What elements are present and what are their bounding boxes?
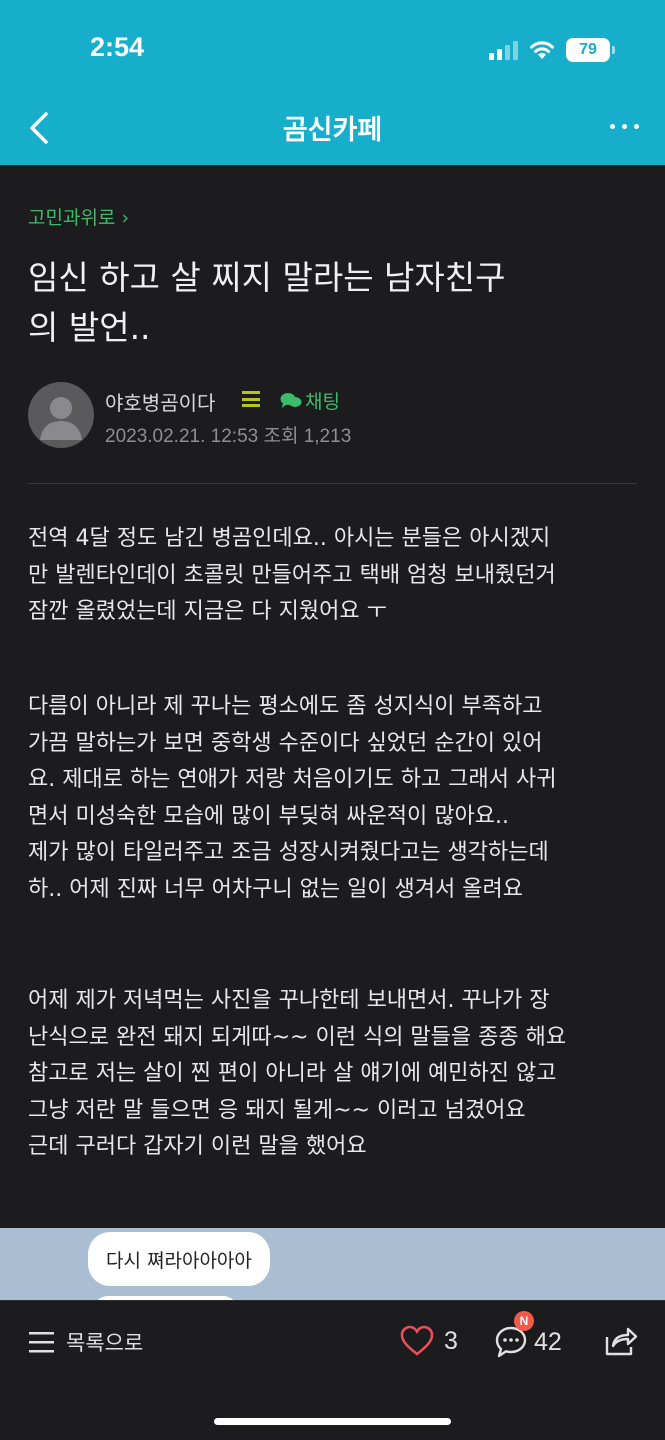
page-title: 곰신카페 xyxy=(282,115,383,146)
post-paragraph: 어제 제가 저녁먹는 사진을 꾸나한테 보내면서. 꾸나가 장 난식으로 완전 … xyxy=(28,983,640,1166)
post-meta: 2023.02.21. 12:53 조회 1,213 xyxy=(105,426,352,447)
text-line: 전역 4달 정도 남긴 병곰인데요.. 아시는 분들은 아시겠지 xyxy=(28,526,551,551)
status-icons: 79 xyxy=(489,36,615,64)
battery-icon: 79 xyxy=(566,38,615,62)
home-indicator[interactable] xyxy=(214,1418,451,1425)
author-name[interactable]: 야호병곰이다 xyxy=(105,387,215,416)
post-paragraph: 다름이 아니라 제 꾸나는 평소에도 좀 성지식이 부족하고 가끔 말하는가 보… xyxy=(28,689,640,908)
text-line: 가끔 말하는가 보면 중학생 수준이다 싶었던 순간이 있어 xyxy=(28,730,543,756)
chat-bubble: 다시 쪄라아아아아 xyxy=(88,1232,270,1286)
post-title-line: 의 발언.. xyxy=(28,308,151,347)
like-button[interactable]: 3 xyxy=(400,1325,458,1357)
chat-label: 채팅 xyxy=(305,391,340,413)
user-icon xyxy=(40,397,82,440)
menu-icon xyxy=(29,1332,54,1353)
dot-icon xyxy=(634,124,639,129)
comment-count: 42 xyxy=(534,1327,562,1356)
top-bar: 2:54 79 곰신카페 xyxy=(0,0,665,165)
post-paragraph: 전역 4달 정도 남긴 병곰인데요.. 아시는 분들은 아시겠지 만 발렌타인데… xyxy=(28,521,640,631)
dot-icon xyxy=(610,124,615,129)
chat-button[interactable]: 채팅 xyxy=(280,387,340,414)
text-line: 요. 제대로 하는 연애가 저랑 처음이기도 하고 그래서 사귀 xyxy=(28,767,557,792)
divider xyxy=(28,483,637,484)
like-count: 3 xyxy=(444,1326,458,1355)
more-options-button[interactable] xyxy=(610,124,639,129)
comment-button[interactable]: N 42 xyxy=(494,1311,562,1359)
list-button[interactable]: 목록으로 xyxy=(28,1327,143,1357)
wifi-icon xyxy=(530,41,554,59)
dot-icon xyxy=(622,124,627,129)
text-line: 참고로 저는 살이 찐 편이 아니라 살 얘기에 예민하진 않고 xyxy=(28,1061,557,1086)
status-time: 2:54 xyxy=(90,32,145,62)
board-link[interactable]: 고민과위로 › xyxy=(28,203,129,230)
text-line: 잠깐 올렸었는데 지금은 다 지웠어요 ㅜ xyxy=(28,599,387,624)
text-line: 면서 미성숙한 모습에 많이 부딪혀 싸운적이 많아요.. xyxy=(28,803,509,829)
text-line: 근데 구러다 갑자기 이런 말을 했어요 xyxy=(28,1134,367,1159)
heart-icon xyxy=(400,1325,434,1356)
member-level-icon xyxy=(242,391,260,407)
share-icon[interactable] xyxy=(604,1325,638,1357)
text-line: 만 발렌타인데이 초콜릿 만들어주고 택배 엄청 보내줬던거 xyxy=(28,562,556,588)
post-title-line: 임신 하고 살 찌지 말라는 남자친구 xyxy=(28,258,506,297)
chat-icon xyxy=(280,392,302,408)
list-label: 목록으로 xyxy=(66,1331,144,1355)
comment-icon-wrap: N xyxy=(494,1311,534,1359)
post-title: 임신 하고 살 찌지 말라는 남자친구 의 발언.. xyxy=(28,253,628,353)
text-line: 제가 많이 타일러주고 조금 성장시켜줬다고는 생각하는데 xyxy=(28,840,549,865)
text-line: 난식으로 완전 돼지 되게따~~ 이런 식의 말들을 종종 해요 xyxy=(28,1024,567,1050)
new-badge: N xyxy=(514,1311,534,1331)
text-line: 다름이 아니라 제 꾸나는 평소에도 좀 성지식이 부족하고 xyxy=(28,694,543,719)
signal-icon xyxy=(489,40,518,60)
text-line: 어제 제가 저녁먹는 사진을 꾸나한테 보내면서. 꾸나가 장 xyxy=(28,988,550,1013)
post-image[interactable]: 다시 쪄라아아아아 xyxy=(0,1228,665,1300)
avatar[interactable] xyxy=(28,382,94,448)
text-line: 그냥 저란 말 들으면 응 돼지 될게~~ 이러고 넘겼어요 xyxy=(28,1097,526,1123)
text-line: 하.. 어제 진짜 너무 어차구니 없는 일이 생겨서 올려요 xyxy=(28,876,523,902)
